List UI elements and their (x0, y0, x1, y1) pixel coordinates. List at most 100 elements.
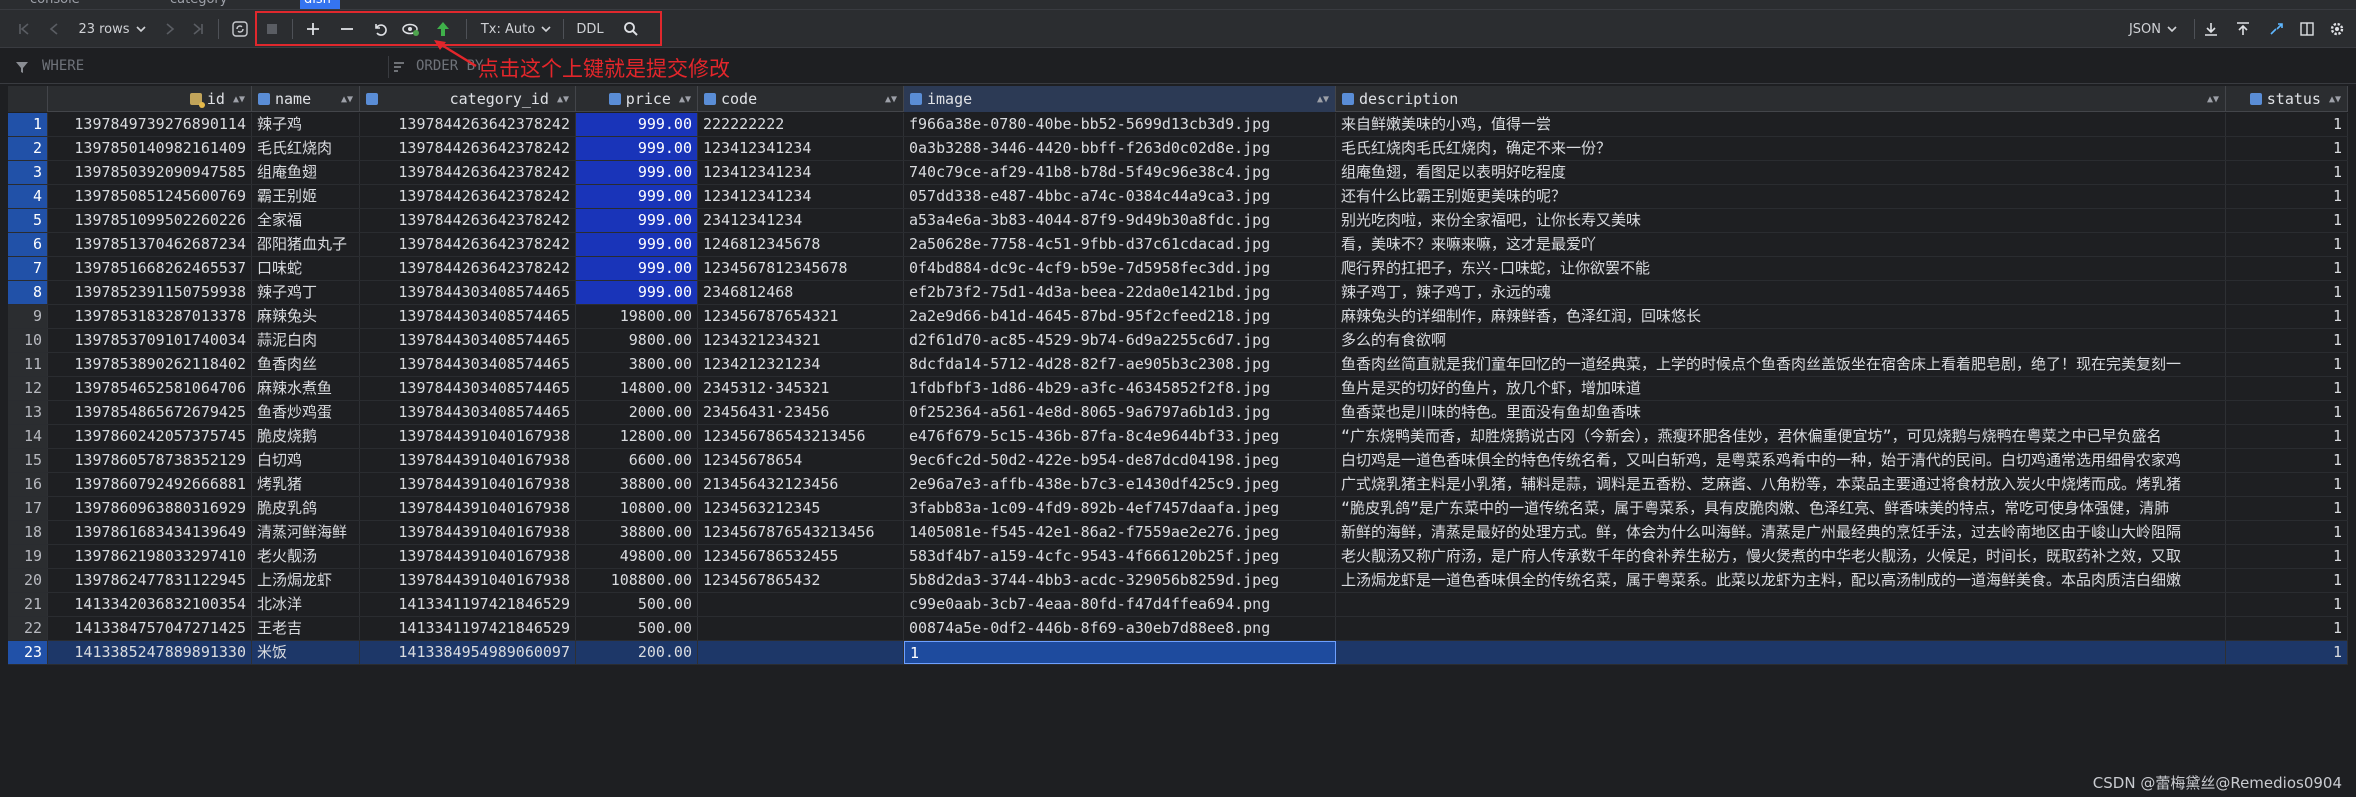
cell-id[interactable]: 1413384757047271425 (48, 617, 252, 640)
cell-description[interactable]: 毛氏红烧肉毛氏红烧肉，确定不来一份？ (1336, 137, 2226, 160)
cell-id[interactable]: 1397854652581064706 (48, 377, 252, 400)
rows-selector[interactable]: 23 rows (76, 16, 150, 42)
cell-id[interactable]: 1397852391150759938 (48, 281, 252, 304)
cell-status[interactable]: 1 (2226, 449, 2348, 472)
cell-price[interactable]: 500.00 (576, 617, 698, 640)
cell-price[interactable]: 6600.00 (576, 449, 698, 472)
cell-id[interactable]: 1397850851245600769 (48, 185, 252, 208)
cell-category-id[interactable]: 1397844263642378242 (360, 209, 576, 232)
next-page-icon[interactable] (160, 16, 180, 42)
cell-category-id[interactable]: 1413384954989060097 (360, 641, 576, 664)
cell-name[interactable]: 脆皮乳鸽 (252, 497, 360, 520)
cell-category-id[interactable]: 1397844391040167938 (360, 473, 576, 496)
table-row[interactable]: 12 1397854652581064706 麻辣水煮鱼 13978443034085… (8, 377, 2348, 401)
cell-price[interactable]: 19800.00 (576, 305, 698, 328)
table-row[interactable]: 11 1397853890262118402 鱼香肉丝 139784430340857… (8, 353, 2348, 377)
cell-id[interactable]: 1397862198033297410 (48, 545, 252, 568)
cell-description[interactable]: 爬行界的扛把子，东兴-口味蛇，让你欲罢不能 (1336, 257, 2226, 280)
cell-id[interactable]: 1397854865672679425 (48, 401, 252, 424)
cell-price[interactable]: 999.00 (576, 113, 698, 136)
cell-category-id[interactable]: 1397844263642378242 (360, 233, 576, 256)
cell-category-id[interactable]: 1413341197421846529 (360, 617, 576, 640)
cell-category-id[interactable]: 1397844263642378242 (360, 137, 576, 160)
cell-name[interactable]: 王老吉 (252, 617, 360, 640)
cell-code[interactable]: 2346812468 (698, 281, 904, 304)
cell-category-id[interactable]: 1397844303408574465 (360, 377, 576, 400)
cell-name[interactable]: 麻辣水煮鱼 (252, 377, 360, 400)
cell-id[interactable]: 1397853709101740034 (48, 329, 252, 352)
cell-category-id[interactable]: 1397844391040167938 (360, 425, 576, 448)
cell-price[interactable]: 14800.00 (576, 377, 698, 400)
cell-status[interactable]: 1 (2226, 641, 2348, 664)
table-row[interactable]: 4 1397850851245600769 霸王别姬 1397844263642378… (8, 185, 2348, 209)
cell-status[interactable]: 1 (2226, 545, 2348, 568)
cell-category-id[interactable]: 1397844263642378242 (360, 113, 576, 136)
cell-code[interactable] (698, 593, 904, 616)
cell-code[interactable]: 23412341234 (698, 209, 904, 232)
cell-code[interactable] (698, 617, 904, 640)
cell-id[interactable]: 1397862477831122945 (48, 569, 252, 592)
cell-name[interactable]: 鱼香炒鸡蛋 (252, 401, 360, 424)
cell-id[interactable]: 1397860242057375745 (48, 425, 252, 448)
table-row[interactable]: 15 1397860578738352129 白切鸡 1397844391040167… (8, 449, 2348, 473)
cell-code[interactable]: 1246812345678 (698, 233, 904, 256)
cell-code[interactable]: 123412341234 (698, 185, 904, 208)
cell-price[interactable]: 108800.00 (576, 569, 698, 592)
cell-status[interactable]: 1 (2226, 209, 2348, 232)
cell-code[interactable]: 1234567812345678 (698, 257, 904, 280)
column-header-id[interactable]: id ▲▼ (48, 86, 252, 112)
cell-name[interactable]: 辣子鸡丁 (252, 281, 360, 304)
cell-description[interactable]: “脆皮乳鸽”是广东菜中的一道传统名菜，属于粤菜系，具有皮脆肉嫩、色泽红亮、鲜香味… (1336, 497, 2226, 520)
cell-code[interactable]: 2345312·345321 (698, 377, 904, 400)
sort-arrows-icon[interactable]: ▲▼ (2207, 94, 2219, 105)
cell-status[interactable]: 1 (2226, 497, 2348, 520)
cell-description[interactable]: 鱼香菜也是川味的特色。里面没有鱼却鱼香味 (1336, 401, 2226, 424)
cell-image[interactable]: 1fdbfbf3-1d86-4b29-a3fc-46345852f2f8.jpg (904, 377, 1336, 400)
cell-name[interactable]: 老火靓汤 (252, 545, 360, 568)
cell-status[interactable]: 1 (2226, 425, 2348, 448)
first-page-icon[interactable] (14, 16, 34, 42)
cell-image[interactable]: f966a38e-0780-40be-bb52-5699d13cb3d9.jpg (904, 113, 1336, 136)
download-icon[interactable] (2200, 16, 2222, 42)
cell-category-id[interactable]: 1397844391040167938 (360, 497, 576, 520)
cell-name[interactable]: 烤乳猪 (252, 473, 360, 496)
cell-id[interactable]: 1413385247889891330 (48, 641, 252, 664)
cell-code[interactable]: 123456786532455 (698, 545, 904, 568)
cell-price[interactable]: 9800.00 (576, 329, 698, 352)
cell-description[interactable]: 鱼片是买的切好的鱼片，放几个虾，增加味道 (1336, 377, 2226, 400)
cell-id[interactable]: 1397849739276890114 (48, 113, 252, 136)
cell-description[interactable]: 新鲜的海鲜，清蒸是最好的处理方式。鲜，体会为什么叫海鲜。清蒸是广州最经典的烹饪手… (1336, 521, 2226, 544)
cell-image[interactable]: 2a50628e-7758-4c51-9fbb-d37c61cdacad.jpg (904, 233, 1336, 256)
tab-console[interactable]: console (30, 0, 80, 7)
cell-price[interactable]: 38800.00 (576, 521, 698, 544)
cell-name[interactable]: 霸王别姬 (252, 185, 360, 208)
cell-status[interactable]: 1 (2226, 569, 2348, 592)
cell-image[interactable]: c99e0aab-3cb7-4eaa-80fd-f47d4ffea694.png (904, 593, 1336, 616)
table-row[interactable]: 5 1397851099502260226 全家福 13978442636423782… (8, 209, 2348, 233)
cell-category-id[interactable]: 1397844263642378242 (360, 185, 576, 208)
cell-description[interactable]: “广东烧鸭美而香，却胜烧鹅说古冈（今新会），燕瘦环肥各佳妙，君休偏重便宜坊”，可… (1336, 425, 2226, 448)
cell-status[interactable]: 1 (2226, 617, 2348, 640)
cell-status[interactable]: 1 (2226, 353, 2348, 376)
cell-price[interactable]: 999.00 (576, 137, 698, 160)
cell-code[interactable]: 1234567865432 (698, 569, 904, 592)
cell-price[interactable]: 200.00 (576, 641, 698, 664)
cell-description[interactable]: 辣子鸡丁，辣子鸡丁，永远的魂 (1336, 281, 2226, 304)
cell-price[interactable]: 2000.00 (576, 401, 698, 424)
cell-image[interactable]: 8dcfda14-5712-4d28-82f7-ae905b3c2308.jpg (904, 353, 1336, 376)
cell-code[interactable]: 123456786543213456 (698, 425, 904, 448)
cell-code[interactable]: 222222222 (698, 113, 904, 136)
column-header-name[interactable]: name ▲▼ (252, 86, 360, 112)
table-row[interactable]: 16 1397860792492666881 烤乳猪 1397844391040167… (8, 473, 2348, 497)
cell-name[interactable]: 全家福 (252, 209, 360, 232)
cell-status[interactable]: 1 (2226, 233, 2348, 256)
table-row[interactable]: 21 1413342036832100354 北冰洋 1413341197421846… (8, 593, 2348, 617)
table-row[interactable]: 9 1397853183287013378 麻辣兔头 1397844303408574… (8, 305, 2348, 329)
cell-category-id[interactable]: 1413341197421846529 (360, 593, 576, 616)
cell-id[interactable]: 1397860792492666881 (48, 473, 252, 496)
table-row[interactable]: 19 1397862198033297410 老火靓汤 139784439104016… (8, 545, 2348, 569)
cell-status[interactable]: 1 (2226, 185, 2348, 208)
cell-code[interactable]: 123456787654321 (698, 305, 904, 328)
table-row[interactable]: 10 1397853709101740034 蒜泥白肉 139784430340857… (8, 329, 2348, 353)
cell-status[interactable]: 1 (2226, 329, 2348, 352)
